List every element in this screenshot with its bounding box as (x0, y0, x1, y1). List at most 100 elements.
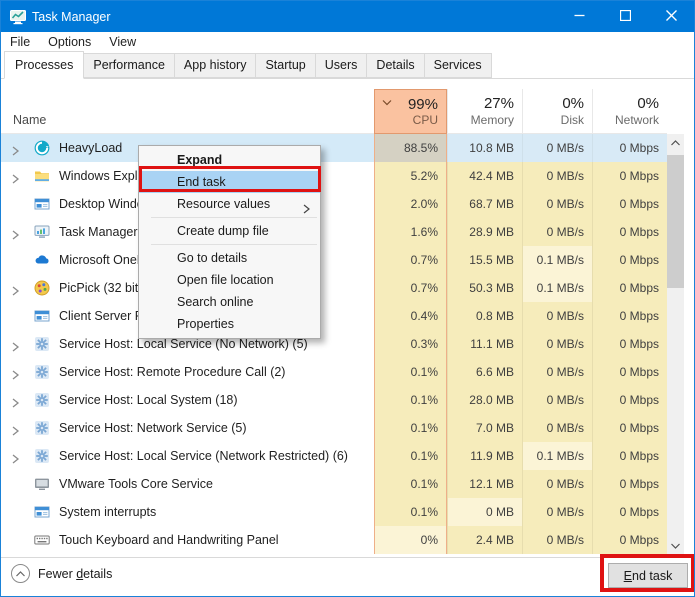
process-name-cell[interactable]: Service Host: Network Service (5) (1, 414, 374, 442)
scroll-down-button[interactable] (667, 537, 684, 554)
expand-chevron-icon[interactable] (11, 423, 20, 433)
fewer-details-toggle[interactable]: Fewer details (11, 564, 112, 583)
tab-users[interactable]: Users (315, 53, 368, 78)
process-name-cell[interactable]: System interrupts (1, 498, 374, 526)
process-row[interactable]: PicPick (32 bit)0.7%50.3 MB0.1 MB/s0 Mbp… (1, 274, 667, 302)
process-row[interactable]: Touch Keyboard and Handwriting Panel0%2.… (1, 526, 667, 554)
process-row[interactable]: VMware Tools Core Service0.1%12.1 MB0 MB… (1, 470, 667, 498)
cell-disk: 0.1 MB/s (522, 246, 592, 274)
cell-disk: 0 MB/s (522, 498, 592, 526)
vertical-scrollbar[interactable] (667, 134, 684, 554)
menubar-item-file[interactable]: File (9, 33, 39, 52)
menubar-item-options[interactable]: Options (39, 33, 100, 52)
process-row[interactable]: Service Host: Local Service (Network Res… (1, 442, 667, 470)
cell-network: 0 Mbps (592, 162, 667, 190)
process-name-cell[interactable]: Service Host: Local System (18) (1, 386, 374, 414)
menu-item-search-online[interactable]: Search online (139, 291, 320, 313)
menu-item-resource-values[interactable]: Resource values (139, 193, 320, 215)
cell-memory: 6.6 MB (447, 358, 522, 386)
process-row[interactable]: Service Host: Network Service (5)0.1%7.0… (1, 414, 667, 442)
vmware-icon (34, 476, 50, 492)
scroll-up-button[interactable] (667, 134, 684, 151)
expand-chevron-icon[interactable] (11, 451, 20, 461)
process-name: System interrupts (59, 498, 156, 526)
column-header-network[interactable]: 0%Network (592, 89, 667, 134)
keyboard-icon (34, 532, 50, 548)
tab-startup[interactable]: Startup (255, 53, 315, 78)
menu-item-end-task[interactable]: End task (139, 171, 320, 193)
maximize-button[interactable] (602, 1, 648, 32)
process-name: HeavyLoad (59, 134, 122, 162)
cell-memory: 15.5 MB (447, 246, 522, 274)
expand-chevron-icon[interactable] (11, 143, 20, 153)
menu-item-create-dump-file[interactable]: Create dump file (139, 220, 320, 242)
tab-app-history[interactable]: App history (174, 53, 257, 78)
end-task-button[interactable]: End task (608, 563, 688, 588)
cell-cpu: 1.6% (374, 218, 447, 246)
process-name-cell[interactable]: VMware Tools Core Service (1, 470, 374, 498)
expand-chevron-icon[interactable] (11, 367, 20, 377)
process-name-cell[interactable]: Service Host: Local Service (Network Res… (1, 442, 374, 470)
cell-memory: 42.4 MB (447, 162, 522, 190)
process-name-cell[interactable]: Service Host: Remote Procedure Call (2) (1, 358, 374, 386)
tab-performance[interactable]: Performance (83, 53, 175, 78)
window-icon (34, 504, 50, 520)
menu-item-expand[interactable]: Expand (139, 149, 320, 171)
process-row[interactable]: Desktop Window Manager2.0%68.7 MB0 MB/s0… (1, 190, 667, 218)
cell-cpu: 0.7% (374, 246, 447, 274)
cell-network: 0 Mbps (592, 134, 667, 162)
menu-item-go-to-details[interactable]: Go to details (139, 247, 320, 269)
tab-processes[interactable]: Processes (4, 51, 84, 79)
column-header-memory[interactable]: 27%Memory (447, 89, 522, 134)
process-row[interactable]: Service Host: Remote Procedure Call (2) 0… (1, 358, 667, 386)
cell-cpu: 0.1% (374, 442, 447, 470)
menubar-item-view[interactable]: View (100, 33, 145, 52)
process-name: Service Host: Network Service (5) (59, 414, 247, 442)
menu-item-open-file-location[interactable]: Open file location (139, 269, 320, 291)
cell-memory: 68.7 MB (447, 190, 522, 218)
context-menu: ExpandEnd taskResource values Create dump… (138, 145, 321, 339)
cell-cpu: 0.7% (374, 274, 447, 302)
process-name: Touch Keyboard and Handwriting Panel (59, 526, 279, 554)
menu-item-properties[interactable]: Properties (139, 313, 320, 335)
cell-memory: 28.0 MB (447, 386, 522, 414)
column-header-name[interactable]: Name (1, 89, 374, 134)
expand-chevron-icon[interactable] (11, 227, 20, 237)
process-row[interactable]: Service Host: Local System (18)0.1%28.0 … (1, 386, 667, 414)
cell-disk: 0 MB/s (522, 190, 592, 218)
cell-cpu: 0% (374, 526, 447, 554)
process-row[interactable]: Client Server Runtime Process0.4%0.8 MB0… (1, 302, 667, 330)
close-button[interactable] (648, 1, 694, 32)
folder-icon (34, 168, 50, 184)
gear-icon (34, 336, 50, 352)
scrollbar-thumb[interactable] (667, 155, 684, 288)
process-row[interactable]: HeavyLoad88.5%10.8 MB0 MB/s0 Mbps (1, 134, 667, 162)
process-name-cell[interactable]: Touch Keyboard and Handwriting Panel (1, 526, 374, 554)
process-row[interactable]: Microsoft OneDrive0.7%15.5 MB0.1 MB/s0 M… (1, 246, 667, 274)
expand-chevron-icon[interactable] (11, 395, 20, 405)
process-row[interactable]: System interrupts0.1%0 MB0 MB/s0 Mbps (1, 498, 667, 526)
process-row[interactable]: Windows Explorer5.2%42.4 MB0 MB/s0 Mbps (1, 162, 667, 190)
expand-chevron-icon[interactable] (11, 339, 20, 349)
column-header-disk[interactable]: 0%Disk (522, 89, 592, 134)
cell-network: 0 Mbps (592, 442, 667, 470)
cell-disk: 0 MB/s (522, 218, 592, 246)
minimize-button[interactable] (556, 1, 602, 32)
tab-services[interactable]: Services (424, 53, 492, 78)
process-row[interactable]: Task Manager1.6%28.9 MB0 MB/s0 Mbps (1, 218, 667, 246)
cell-disk: 0 MB/s (522, 414, 592, 442)
chevron-down-icon (671, 543, 680, 549)
process-name: VMware Tools Core Service (59, 470, 213, 498)
minimize-icon (574, 8, 585, 26)
cell-disk: 0 MB/s (522, 358, 592, 386)
expand-chevron-icon[interactable] (11, 171, 20, 181)
process-name: Task Manager (59, 218, 138, 246)
column-header-cpu[interactable]: 99%CPU (374, 89, 447, 134)
cell-memory: 12.1 MB (447, 470, 522, 498)
tab-details[interactable]: Details (366, 53, 424, 78)
cell-memory: 28.9 MB (447, 218, 522, 246)
cell-disk: 0 MB/s (522, 162, 592, 190)
process-row[interactable]: Service Host: Local Service (No Network)… (1, 330, 667, 358)
onedrive-icon (34, 252, 50, 268)
expand-chevron-icon[interactable] (11, 283, 20, 293)
